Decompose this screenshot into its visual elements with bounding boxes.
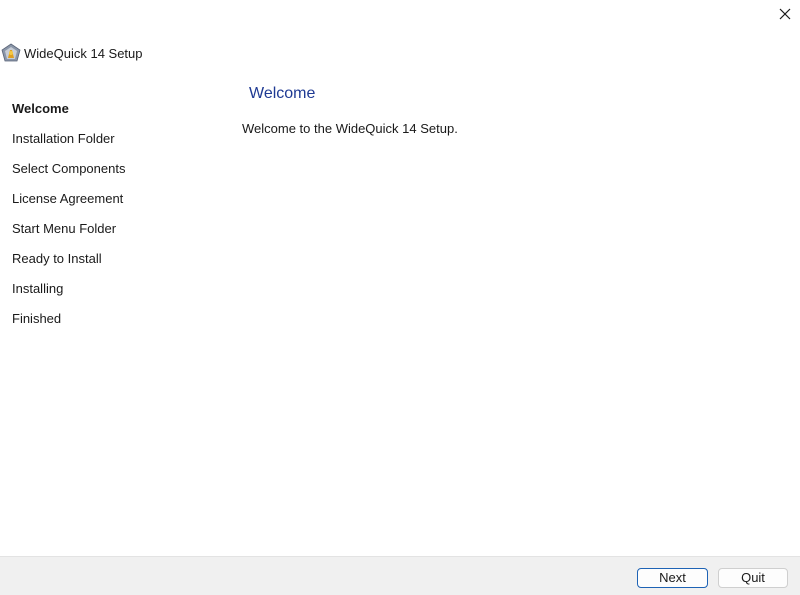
step-installing: Installing	[12, 281, 64, 296]
step-license-agreement: License Agreement	[12, 191, 124, 206]
step-installation-folder: Installation Folder	[12, 131, 115, 146]
title-bar: WideQuick 14 Setup	[0, 42, 143, 64]
window-title: WideQuick 14 Setup	[24, 45, 143, 61]
step-ready-to-install: Ready to Install	[12, 251, 102, 266]
close-button[interactable]	[773, 3, 797, 25]
page-title: Welcome	[249, 85, 316, 102]
app-logo-icon	[1, 43, 21, 62]
step-finished: Finished	[12, 311, 62, 326]
welcome-message: Welcome to the WideQuick 14 Setup.	[242, 121, 458, 136]
quit-button[interactable]: Quit	[718, 568, 788, 588]
button-bar: Next Quit	[0, 556, 800, 595]
next-button[interactable]: Next	[637, 568, 708, 588]
steps-sidebar: Welcome Installation Folder Select Compo…	[12, 97, 212, 337]
step-welcome: Welcome	[12, 101, 69, 116]
setup-window: WideQuick 14 Setup Welcome Installation …	[0, 0, 800, 595]
close-icon	[779, 8, 791, 20]
step-start-menu-folder: Start Menu Folder	[12, 221, 117, 236]
step-select-components: Select Components	[12, 161, 126, 176]
